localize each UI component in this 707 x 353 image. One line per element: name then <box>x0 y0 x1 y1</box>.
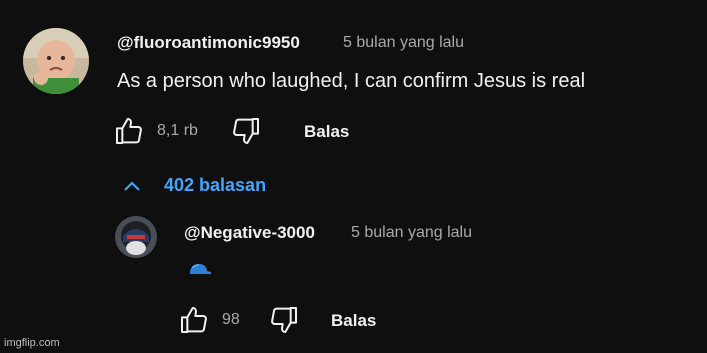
reply-like-count: 98 <box>222 311 240 328</box>
chevron-up-icon <box>124 180 140 191</box>
replies-count-label: 402 balasan <box>164 175 267 195</box>
reply-avatar[interactable] <box>115 216 157 258</box>
comment-text: As a person who laughed, I can confirm J… <box>117 70 586 92</box>
blue-cap-emoji-icon <box>190 264 212 274</box>
watermark: imgflip.com <box>4 337 60 349</box>
like-count: 8,1 rb <box>157 122 198 139</box>
comment-timestamp[interactable]: 5 bulan yang lalu <box>343 34 464 52</box>
thumbs-down-icon[interactable] <box>230 115 262 147</box>
reply-reply-button[interactable]: Balas <box>331 311 376 331</box>
comment-author-handle[interactable]: @fluoroantimonic9950 <box>117 33 300 53</box>
thumbs-down-icon[interactable] <box>268 304 300 336</box>
reply-author-handle[interactable]: @Negative-3000 <box>184 223 315 243</box>
replies-toggle-button[interactable]: 402 balasan <box>123 175 266 196</box>
avatar[interactable] <box>23 28 89 94</box>
reply-button[interactable]: Balas <box>304 122 349 142</box>
thumbs-up-icon[interactable] <box>113 115 145 147</box>
reply-timestamp[interactable]: 5 bulan yang lalu <box>351 224 472 242</box>
thumbs-up-icon[interactable] <box>178 304 210 336</box>
